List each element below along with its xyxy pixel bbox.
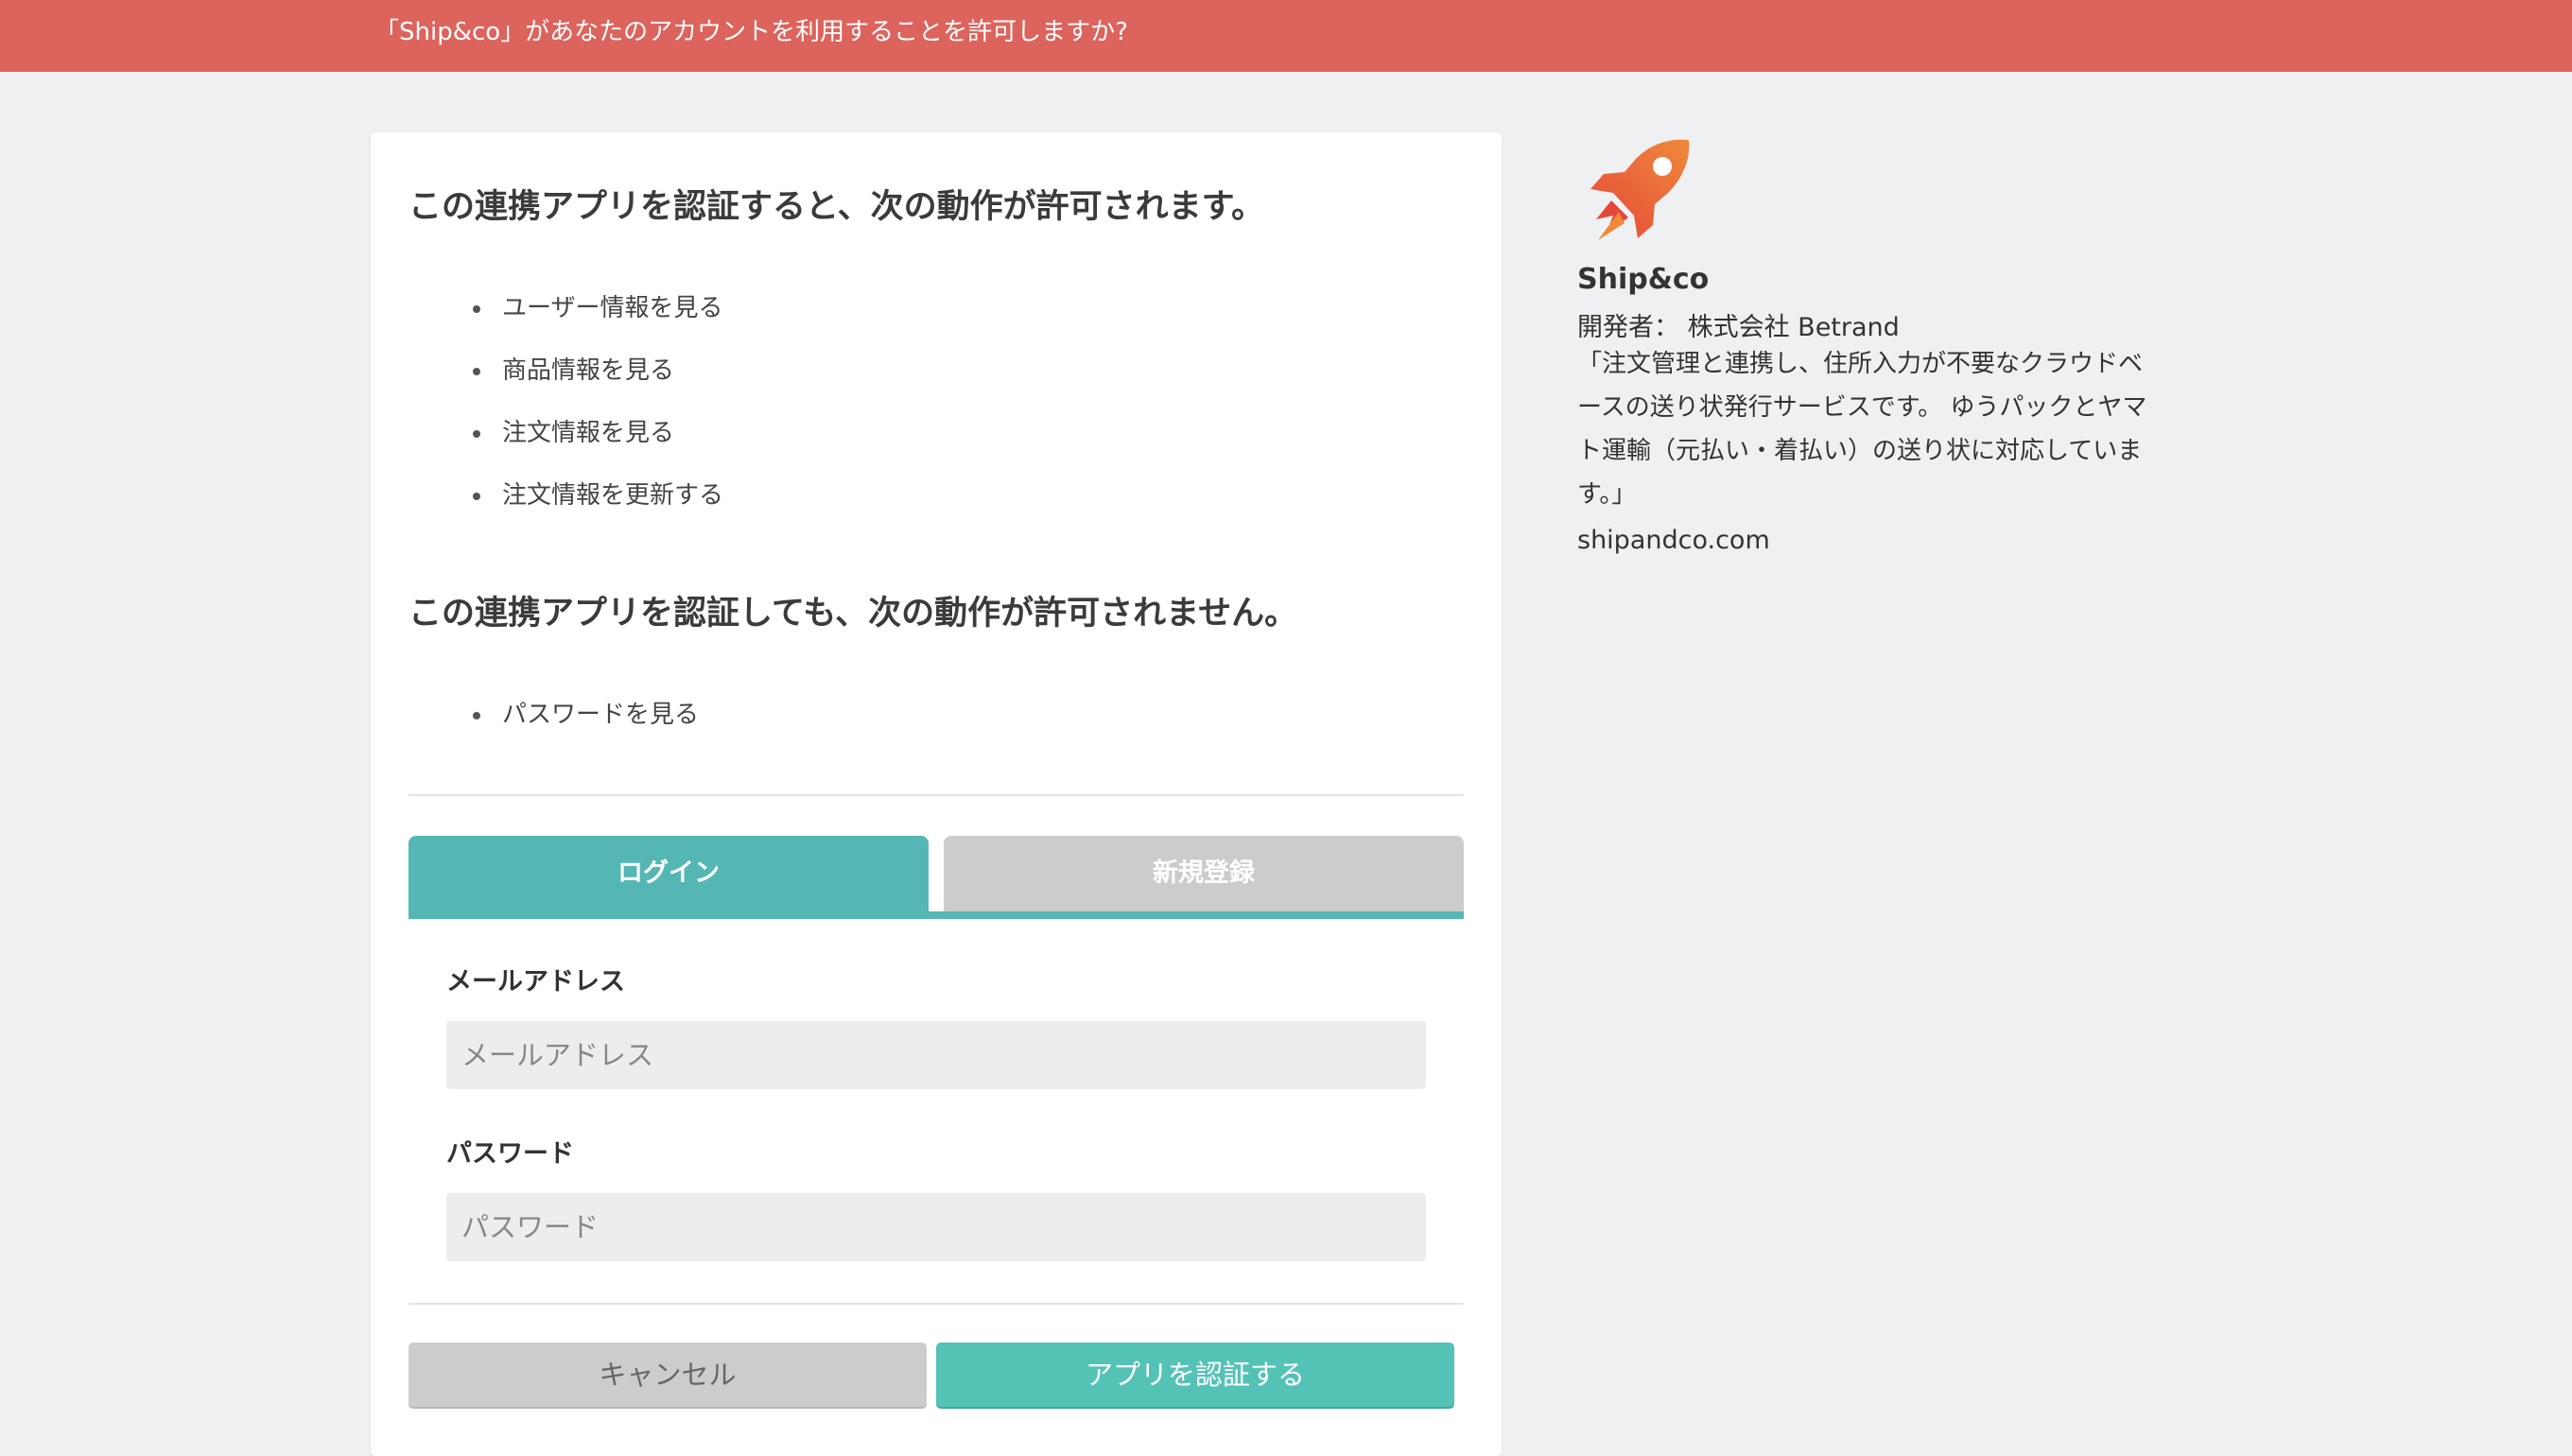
divider xyxy=(408,794,1464,796)
permission-item-label: ユーザー情報を見る xyxy=(502,294,723,322)
authorization-card: この連携アプリを認証すると、次の動作が許可されます。 ユーザー情報を見る 商品情… xyxy=(371,132,1502,1456)
permission-item: 注文情報を見る xyxy=(473,416,675,450)
bullet-icon xyxy=(473,712,480,719)
bullet-icon xyxy=(473,305,480,313)
permission-item: パスワードを見る xyxy=(473,698,700,732)
tab-active-underline xyxy=(408,911,1464,919)
denied-permissions-heading: この連携アプリを認証しても、次の動作が許可されません。 xyxy=(408,595,1298,633)
email-label: メールアドレス xyxy=(446,967,625,997)
bullet-icon xyxy=(473,493,480,500)
app-developer: 開発者： 株式会社 Betrand xyxy=(1577,313,1900,342)
app-name: Ship&co xyxy=(1577,263,1710,296)
bullet-icon xyxy=(473,368,480,375)
allowed-permissions-heading: この連携アプリを認証すると、次の動作が許可されます。 xyxy=(408,188,1265,226)
app-description: 「注文管理と連携し、住所入力が不要なクラウドベースの送り状発行サービスです。 ゆ… xyxy=(1577,350,2147,509)
header-title: 「Ship&co」があなたのアカウントを利用することを許可しますか? xyxy=(374,18,1128,46)
permission-item-label: 商品情報を見る xyxy=(502,356,675,385)
permission-item-label: 注文情報を見る xyxy=(502,419,675,447)
permission-item: ユーザー情報を見る xyxy=(473,291,723,325)
password-input[interactable] xyxy=(446,1193,1426,1261)
permission-item: 注文情報を更新する xyxy=(473,478,724,512)
authorize-app-button[interactable]: アプリを認証する xyxy=(936,1343,1454,1407)
divider xyxy=(408,1303,1464,1305)
permission-item: 商品情報を見る xyxy=(473,354,675,388)
password-label: パスワード xyxy=(446,1139,574,1169)
app-url[interactable]: shipandco.com xyxy=(1577,526,1770,555)
permission-item-label: パスワードを見る xyxy=(502,701,700,729)
cancel-button[interactable]: キャンセル xyxy=(408,1343,927,1407)
bullet-icon xyxy=(473,430,480,438)
header-bar: 「Ship&co」があなたのアカウントを利用することを許可しますか? xyxy=(0,0,2572,72)
rocket-icon xyxy=(1590,139,1690,240)
permission-item-label: 注文情報を更新する xyxy=(502,481,724,510)
email-input[interactable] xyxy=(446,1021,1426,1089)
tab-register[interactable]: 新規登録 xyxy=(944,836,1464,911)
tab-login[interactable]: ログイン xyxy=(408,836,929,911)
